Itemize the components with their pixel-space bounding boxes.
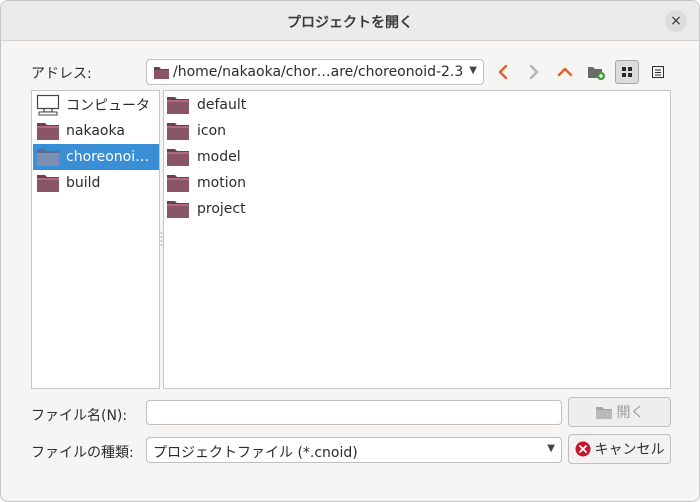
sidebar-item-nakaoka[interactable]: nakaoka xyxy=(33,118,159,144)
file-name: motion xyxy=(197,175,247,191)
file-list: default icon model motion project xyxy=(163,90,671,389)
open-project-dialog: プロジェクトを開く × アドレス: /home/nakaoka/chor…are… xyxy=(0,0,700,502)
forward-icon xyxy=(529,64,539,80)
cancel-button-label: キャンセル xyxy=(594,442,665,458)
folder-icon xyxy=(37,175,59,192)
list-item[interactable]: project xyxy=(166,196,246,222)
address-combo[interactable]: /home/nakaoka/chor…are/choreonoid-2.3 ▼ xyxy=(146,59,484,85)
back-icon xyxy=(498,64,508,80)
cancel-button[interactable]: キャンセル xyxy=(568,434,671,464)
close-button[interactable]: × xyxy=(665,10,687,32)
folder-icon xyxy=(167,175,189,192)
chevron-down-icon: ▼ xyxy=(547,443,555,454)
address-label: アドレス: xyxy=(31,66,92,82)
list-item[interactable]: motion xyxy=(166,170,246,196)
cancel-icon xyxy=(575,441,590,457)
icon-view-button[interactable] xyxy=(615,60,639,84)
title-bar: プロジェクトを開く × xyxy=(1,1,699,41)
sidebar-item-label: コンピュータ xyxy=(66,98,150,114)
detail-view-button[interactable] xyxy=(646,60,670,84)
folder-icon xyxy=(167,97,189,114)
folder-icon xyxy=(37,123,59,140)
forward-button[interactable] xyxy=(522,60,546,84)
close-icon: × xyxy=(670,13,682,29)
back-button[interactable] xyxy=(491,60,515,84)
up-icon xyxy=(557,67,573,77)
list-item[interactable]: default xyxy=(166,92,246,118)
places-sidebar: コンピュータ nakaoka choreonoi… build xyxy=(31,90,160,389)
open-button[interactable]: 開く xyxy=(568,397,671,427)
sidebar-item-choreonoid[interactable]: choreonoi… xyxy=(33,144,159,170)
filename-label: ファイル名(N): xyxy=(31,408,128,424)
file-name: icon xyxy=(197,123,227,139)
list-view-icon xyxy=(652,66,664,78)
file-name: project xyxy=(197,201,246,217)
open-button-label: 開く xyxy=(616,405,645,421)
filename-input[interactable] xyxy=(146,400,562,425)
folder-icon xyxy=(167,149,189,166)
folder-icon xyxy=(595,406,612,419)
grid-view-icon xyxy=(622,67,632,77)
filetype-selected: プロジェクトファイル (*.cnoid) xyxy=(153,445,358,461)
new-folder-icon xyxy=(588,67,605,80)
folder-icon xyxy=(167,201,189,218)
filetype-combo[interactable]: プロジェクトファイル (*.cnoid) ▼ xyxy=(146,437,562,463)
filetype-label: ファイルの種類: xyxy=(31,445,134,461)
address-path: /home/nakaoka/chor…are/choreonoid-2.3 xyxy=(173,64,464,80)
folder-icon xyxy=(167,123,189,140)
sidebar-item-build[interactable]: build xyxy=(33,170,159,196)
file-name: default xyxy=(197,97,247,113)
parent-folder-button[interactable] xyxy=(553,60,577,84)
dialog-title: プロジェクトを開く xyxy=(287,15,413,31)
folder-icon xyxy=(153,65,170,84)
sidebar-item-computer[interactable]: コンピュータ xyxy=(33,92,159,118)
folder-icon xyxy=(37,149,59,166)
list-item[interactable]: icon xyxy=(166,118,226,144)
sidebar-item-label: nakaoka xyxy=(66,123,125,139)
sidebar-item-label: build xyxy=(66,175,101,191)
file-name: model xyxy=(197,149,241,165)
sidebar-item-label: choreonoi… xyxy=(66,149,150,165)
new-folder-button[interactable] xyxy=(584,60,608,84)
list-item[interactable]: model xyxy=(166,144,241,170)
computer-icon xyxy=(36,94,60,116)
chevron-down-icon: ▼ xyxy=(469,65,477,76)
